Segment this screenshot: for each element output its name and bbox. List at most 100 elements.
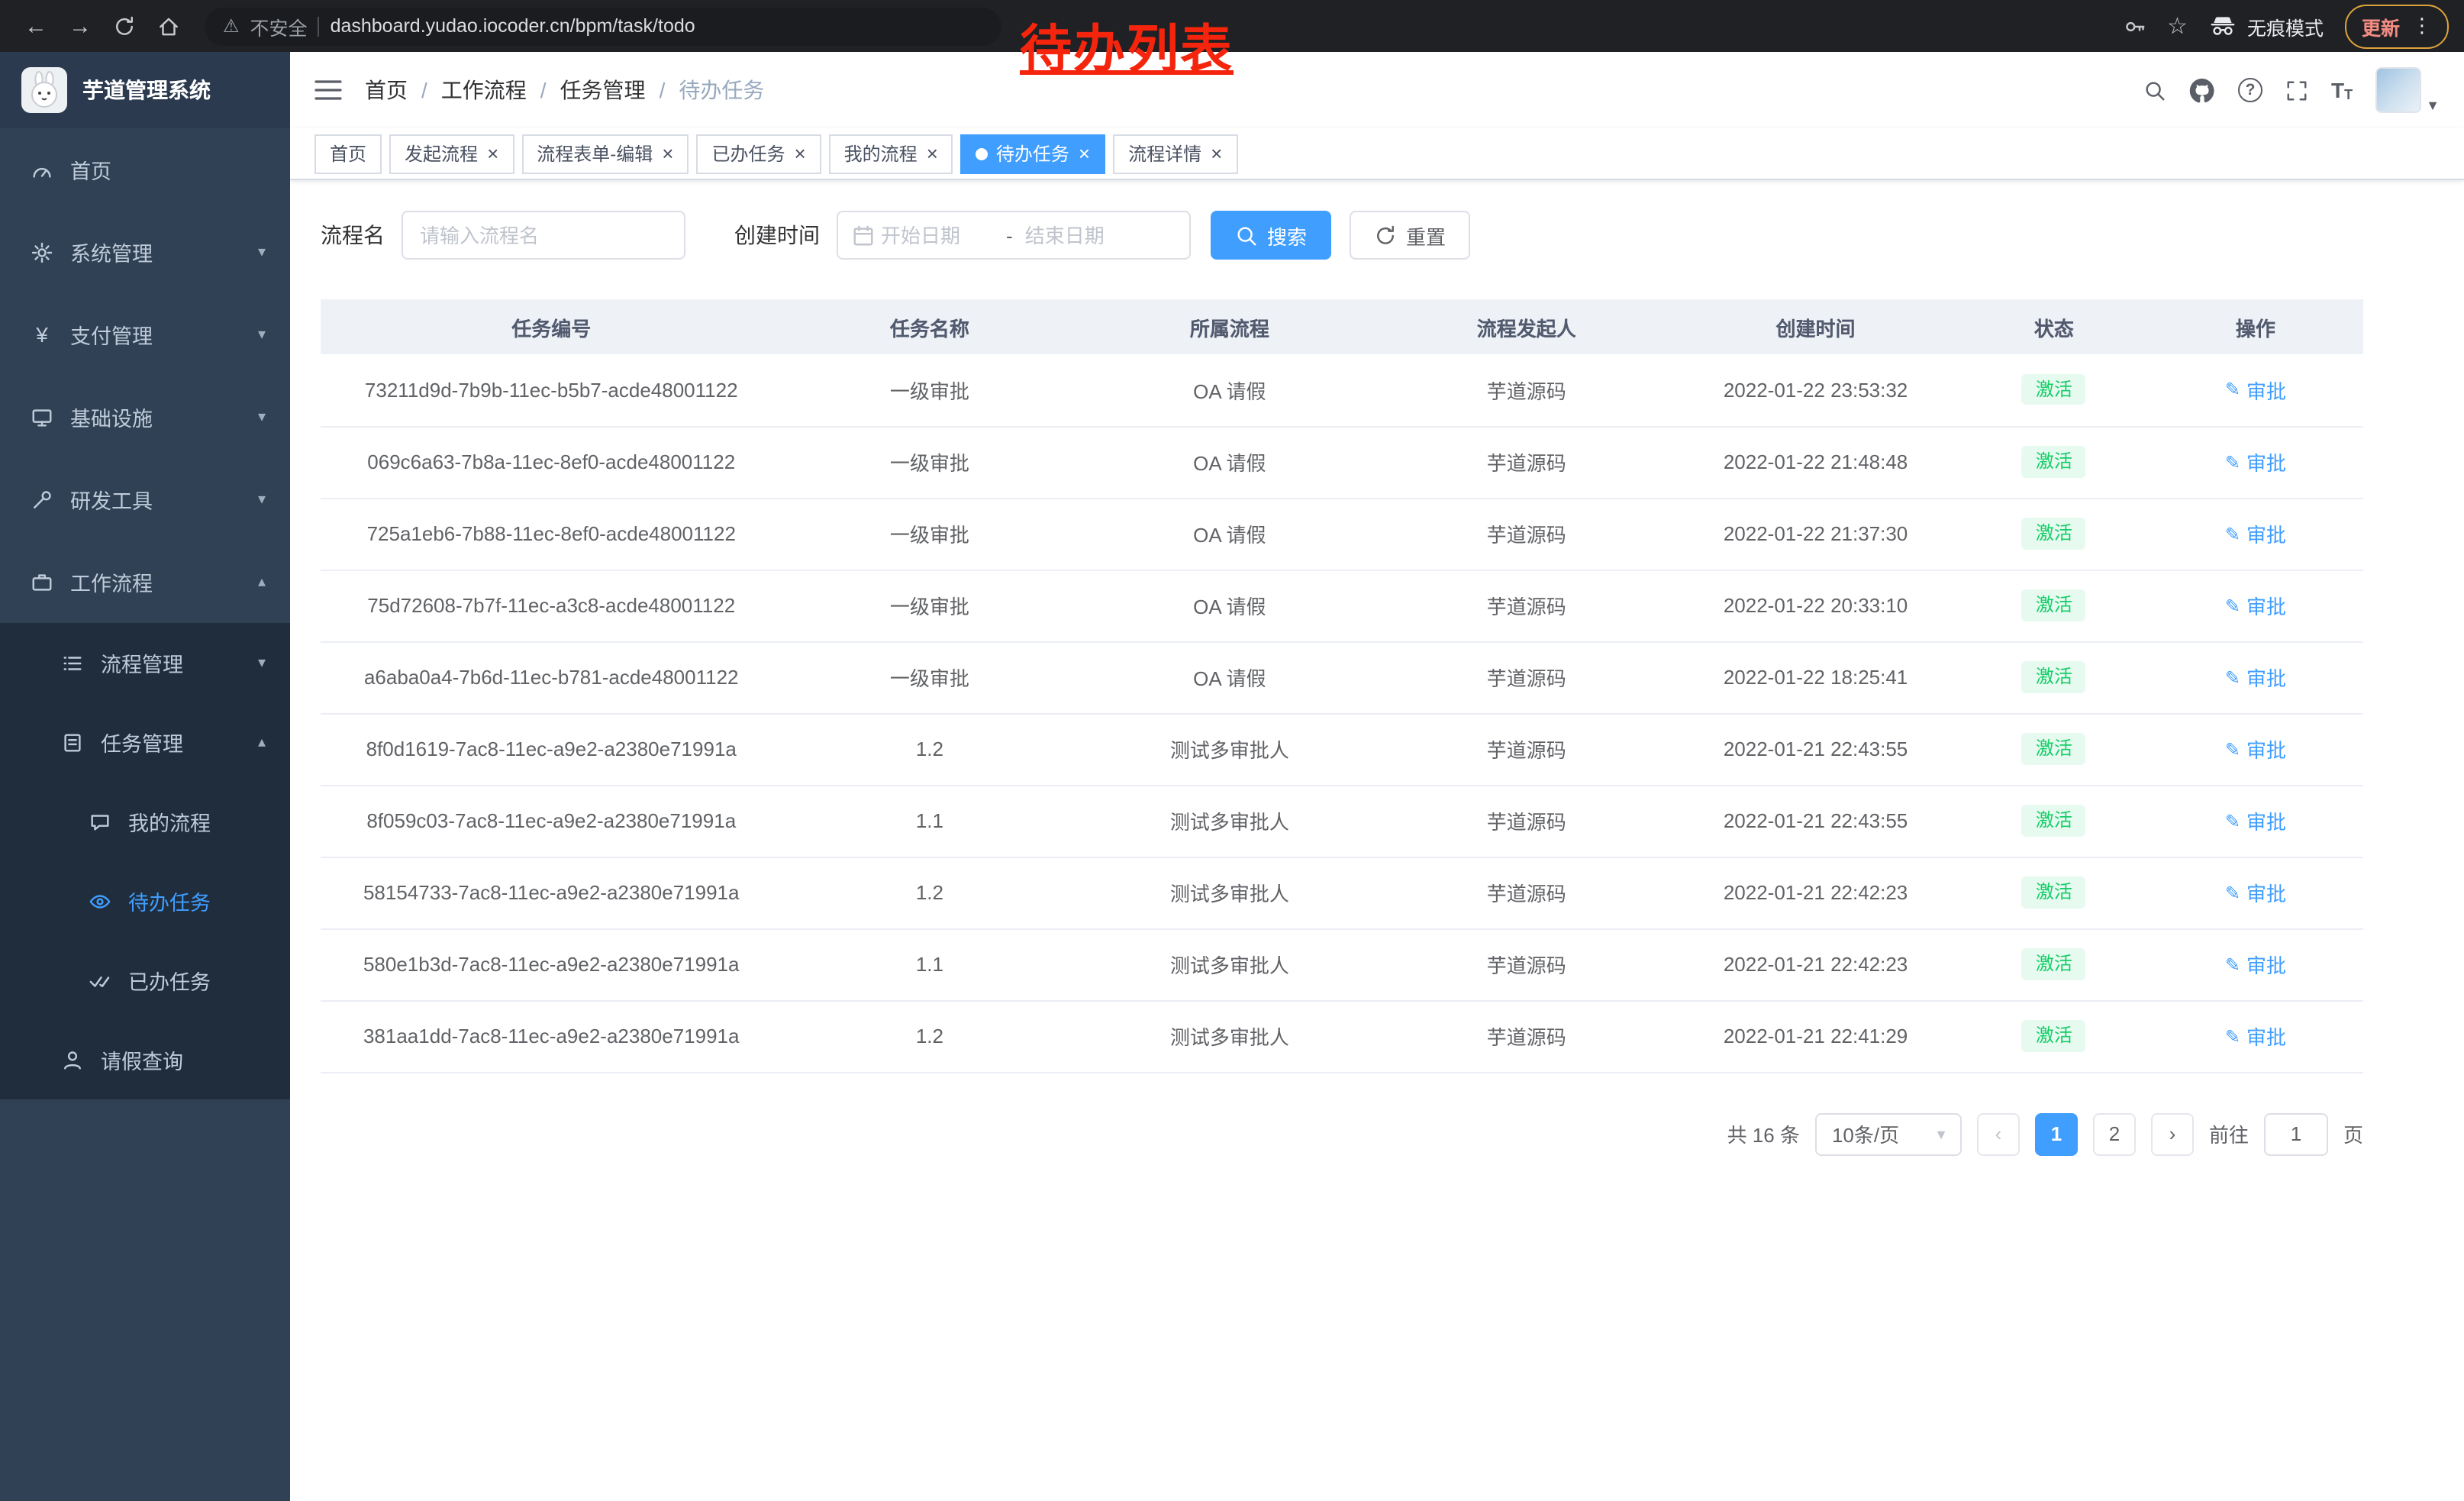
user-avatar-menu[interactable]: ▼ — [2375, 67, 2440, 113]
incognito-badge: 无痕模式 — [2209, 11, 2324, 40]
sidebar-item-home[interactable]: 首页 — [0, 128, 290, 211]
approve-link[interactable]: ✎审批 — [2225, 950, 2286, 979]
chevron-down-icon: ▾ — [258, 654, 266, 671]
approve-link[interactable]: ✎审批 — [2225, 663, 2286, 692]
close-icon[interactable]: × — [1211, 144, 1222, 163]
github-icon[interactable] — [2189, 77, 2215, 103]
breadcrumb-separator: / — [540, 78, 547, 102]
browser-update-button[interactable]: 更新 ⋮ — [2345, 4, 2449, 48]
goto-page-input[interactable] — [2264, 1112, 2328, 1155]
approve-link[interactable]: ✎审批 — [2225, 1022, 2286, 1051]
approve-link[interactable]: ✎审批 — [2225, 734, 2286, 763]
close-icon[interactable]: × — [794, 144, 805, 163]
browser-forward-button[interactable]: → — [60, 5, 101, 47]
browser-back-button[interactable]: ← — [15, 5, 56, 47]
sidebar-item-infrastructure[interactable]: 基础设施 ▾ — [0, 376, 290, 458]
sidebar-item-process-mgmt[interactable]: 流程管理 ▾ — [0, 623, 290, 702]
wrench-icon — [31, 488, 53, 511]
actions-cell: ✎审批 — [2148, 641, 2363, 713]
sidebar-item-system-mgmt[interactable]: 系统管理 ▾ — [0, 211, 290, 293]
tab-my-process[interactable]: 我的流程× — [829, 134, 953, 173]
close-icon[interactable]: × — [1079, 144, 1090, 163]
sidebar-item-my-process[interactable]: 我的流程 — [0, 782, 290, 861]
logo-avatar — [21, 67, 67, 113]
task-id: a6aba0a4-7b6d-11ec-b781-acde48001122 — [321, 641, 782, 713]
briefcase-icon — [31, 570, 53, 593]
breadcrumb-workflow[interactable]: 工作流程 — [441, 75, 527, 105]
process-name: OA 请假 — [1077, 354, 1382, 426]
approve-link[interactable]: ✎审批 — [2225, 591, 2286, 620]
start-date-input[interactable] — [881, 224, 994, 247]
search-icon[interactable] — [2143, 79, 2166, 102]
sidebar-item-leave-query[interactable]: 请假查询 — [0, 1020, 290, 1099]
end-date-input[interactable] — [1025, 224, 1138, 247]
date-range-picker[interactable]: - — [837, 211, 1191, 260]
workflow-submenu: 流程管理 ▾ 任务管理 ▴ 我的流程 待办任务 — [0, 623, 290, 1099]
approve-link[interactable]: ✎审批 — [2225, 447, 2286, 476]
sidebar-item-payment-mgmt[interactable]: ¥ 支付管理 ▾ — [0, 293, 290, 376]
approve-link[interactable]: ✎审批 — [2225, 519, 2286, 548]
edit-icon: ✎ — [2225, 667, 2240, 688]
breadcrumb-home[interactable]: 首页 — [365, 75, 408, 105]
next-page-button[interactable]: › — [2151, 1112, 2194, 1155]
sidebar-toggle-button[interactable] — [314, 78, 342, 102]
search-button[interactable]: 搜索 — [1211, 211, 1331, 260]
tab-home[interactable]: 首页 — [314, 134, 382, 173]
goto-unit-label: 页 — [2343, 1119, 2363, 1148]
app-logo[interactable]: 芋道管理系统 — [0, 52, 290, 128]
process-starter: 芋道源码 — [1382, 354, 1671, 426]
tab-todo-tasks[interactable]: 待办任务× — [961, 134, 1105, 173]
status-badge: 激活 — [2022, 734, 2086, 765]
process-starter: 芋道源码 — [1382, 426, 1671, 498]
process-name-input[interactable] — [402, 211, 685, 260]
sidebar-item-dev-tools[interactable]: 研发工具 ▾ — [0, 458, 290, 541]
sidebar-item-label: 任务管理 — [101, 727, 183, 757]
status-cell: 激活 — [1960, 426, 2148, 498]
page-button-2[interactable]: 2 — [2093, 1112, 2136, 1155]
page-size-select[interactable]: 10条/页 ▼ — [1815, 1112, 1962, 1155]
browser-refresh-button[interactable] — [104, 5, 145, 47]
task-name: 一级审批 — [782, 426, 1078, 498]
password-key-icon[interactable] — [2123, 15, 2146, 37]
bookmark-star-icon[interactable]: ☆ — [2167, 12, 2188, 40]
font-size-icon[interactable]: TT — [2331, 78, 2353, 102]
tab-process-detail[interactable]: 流程详情× — [1113, 134, 1237, 173]
task-name: 1.2 — [782, 1000, 1078, 1072]
fullscreen-icon[interactable] — [2285, 79, 2308, 102]
create-time: 2022-01-22 18:25:41 — [1671, 641, 1960, 713]
clipboard-icon — [61, 731, 84, 754]
task-name: 一级审批 — [782, 498, 1078, 570]
active-dot — [976, 147, 989, 160]
omnibox-divider — [318, 16, 320, 36]
help-icon[interactable]: ? — [2238, 78, 2262, 102]
approve-link[interactable]: ✎审批 — [2225, 878, 2286, 907]
sidebar-item-todo-tasks[interactable]: 待办任务 — [0, 861, 290, 941]
table-row: 069c6a63-7b8a-11ec-8ef0-acde48001122一级审批… — [321, 426, 2363, 498]
task-id: 8f0d1619-7ac8-11ec-a9e2-a2380e71991a — [321, 713, 782, 785]
tab-launch-process[interactable]: 发起流程× — [389, 134, 514, 173]
close-icon[interactable]: × — [662, 144, 673, 163]
sidebar-item-done-tasks[interactable]: 已办任务 — [0, 941, 290, 1020]
address-bar[interactable]: ⚠ 不安全 dashboard.yudao.iocoder.cn/bpm/tas… — [205, 7, 1001, 45]
close-icon[interactable]: × — [927, 144, 938, 163]
table-row: 8f059c03-7ac8-11ec-a9e2-a2380e71991a1.1测… — [321, 785, 2363, 857]
breadcrumb-task-mgmt[interactable]: 任务管理 — [560, 75, 646, 105]
double-check-icon — [89, 969, 111, 992]
page-button-1[interactable]: 1 — [2035, 1112, 2078, 1155]
prev-page-button[interactable]: ‹ — [1977, 1112, 2020, 1155]
tab-form-edit[interactable]: 流程表单-编辑× — [521, 134, 689, 173]
incognito-label: 无痕模式 — [2247, 11, 2324, 40]
approve-link[interactable]: ✎审批 — [2225, 806, 2286, 835]
close-icon[interactable]: × — [487, 144, 498, 163]
sidebar-item-workflow[interactable]: 工作流程 ▴ — [0, 541, 290, 623]
kebab-menu-icon[interactable]: ⋮ — [2412, 14, 2432, 38]
tab-done-tasks[interactable]: 已办任务× — [696, 134, 821, 173]
browser-home-button[interactable] — [148, 5, 189, 47]
process-name: 测试多审批人 — [1077, 857, 1382, 928]
sidebar-item-task-mgmt[interactable]: 任务管理 ▴ — [0, 702, 290, 782]
approve-link[interactable]: ✎审批 — [2225, 376, 2286, 405]
reset-button[interactable]: 重置 — [1350, 211, 1470, 260]
status-badge: 激活 — [2022, 662, 2086, 693]
total-count-label: 共 16 条 — [1727, 1119, 1800, 1148]
process-starter: 芋道源码 — [1382, 641, 1671, 713]
